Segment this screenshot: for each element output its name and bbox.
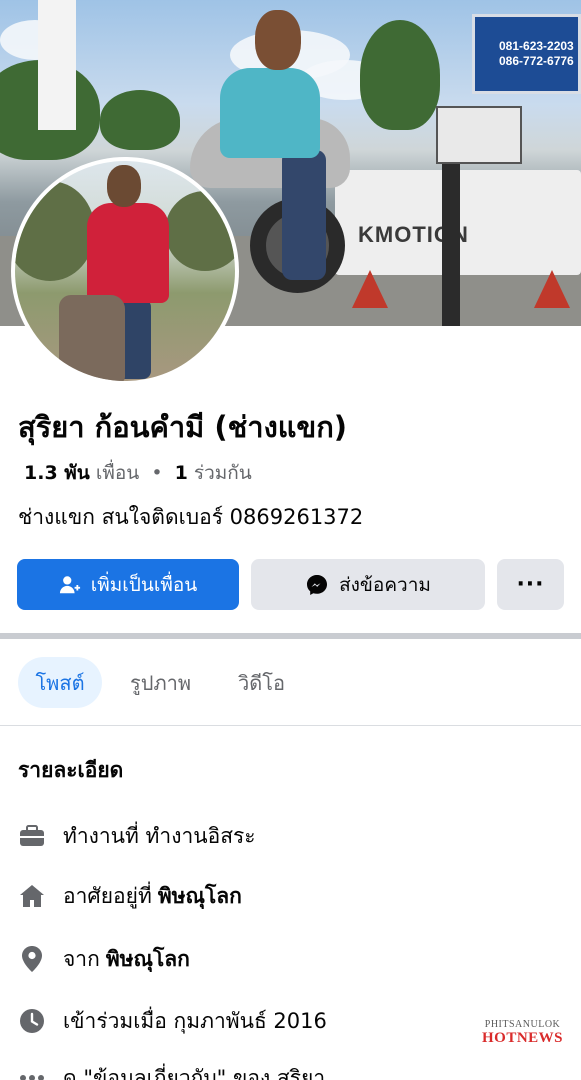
tabs-divider	[0, 725, 581, 726]
add-friend-label: เพิ่มเป็นเพื่อน	[90, 573, 198, 596]
add-friend-icon	[59, 574, 81, 596]
section-divider	[0, 633, 581, 639]
watermark-line-1: PHITSANULOK	[484, 1019, 561, 1030]
message-button[interactable]: ส่งข้อความ	[251, 559, 485, 610]
billboard-line-1: 081-623-2203	[499, 39, 574, 53]
watermark-line-2: HOTNEWS	[482, 1030, 564, 1046]
tab-photos[interactable]: รูปภาพ	[130, 657, 191, 708]
person-figure	[220, 68, 320, 158]
detail-work-text: ทำงานที่ ทำงานอิสระ	[63, 823, 256, 848]
detail-lives-in: อาศัยอยู่ที่ พิษณุโลก	[18, 881, 242, 911]
location-pin-icon	[18, 945, 46, 973]
detail-from-place[interactable]: พิษณุโลก	[106, 943, 190, 976]
detail-lives-in-place[interactable]: พิษณุโลก	[158, 880, 242, 913]
home-icon	[18, 882, 46, 910]
friends-label: เพื่อน	[95, 462, 140, 484]
stats-separator: •	[151, 462, 163, 484]
billboard: 081-623-2203 086-772-6776	[472, 14, 581, 94]
friend-stats[interactable]: 1.3 พัน เพื่อน • 1 ร่วมกัน	[24, 458, 252, 488]
tab-posts-label: โพสต์	[35, 670, 85, 695]
avatar-photo	[15, 161, 235, 381]
profile-bio: ช่างแขก สนใจติดเบอร์ 0869261372	[18, 505, 364, 529]
tab-videos-label: วิดีโอ	[238, 670, 285, 695]
tab-videos[interactable]: วิดีโอ	[238, 657, 285, 708]
detail-joined: เข้าร่วมเมื่อ กุมภาพันธ์ 2016	[18, 1006, 327, 1036]
detail-see-about[interactable]: ดู "ข้อมูลเกี่ยวกับ" ของ สุริยา	[18, 1063, 325, 1080]
tab-photos-label: รูปภาพ	[130, 670, 192, 695]
more-options-label: ···	[516, 572, 545, 597]
detail-joined-text: เข้าร่วมเมื่อ กุมภาพันธ์ 2016	[63, 1008, 327, 1033]
tab-posts[interactable]: โพสต์	[18, 657, 102, 708]
more-options-button[interactable]: ···	[497, 559, 564, 610]
add-friend-button[interactable]: เพิ่มเป็นเพื่อน	[17, 559, 239, 610]
friends-count: 1.3 พัน	[24, 462, 90, 484]
detail-lives-in-text: อาศัยอยู่ที่	[63, 883, 152, 908]
profile-avatar[interactable]	[11, 157, 239, 385]
messenger-icon	[305, 573, 329, 597]
watermark-logo: PHITSANULOK HOTNEWS	[482, 1019, 563, 1047]
mutual-label: ร่วมกัน	[193, 462, 252, 484]
detail-see-about-text: ดู "ข้อมูลเกี่ยวกับ" ของ สุริยา	[63, 1065, 326, 1080]
profile-name: สุริยา ก้อนคำมี (ช่างแขก)	[18, 410, 348, 444]
details-heading: รายละเอียด	[18, 758, 124, 782]
info-stand	[436, 106, 522, 164]
billboard-line-2: 086-772-6776	[499, 54, 574, 68]
detail-from: จาก พิษณุโลก	[18, 944, 190, 974]
briefcase-icon	[18, 822, 46, 850]
detail-from-text: จาก	[63, 946, 100, 971]
clock-icon	[18, 1007, 46, 1035]
flag-banner	[38, 0, 76, 130]
more-icon	[18, 1064, 46, 1080]
detail-work: ทำงานที่ ทำงานอิสระ	[18, 821, 256, 851]
mutual-count: 1	[174, 462, 188, 484]
message-label: ส่งข้อความ	[339, 573, 431, 596]
